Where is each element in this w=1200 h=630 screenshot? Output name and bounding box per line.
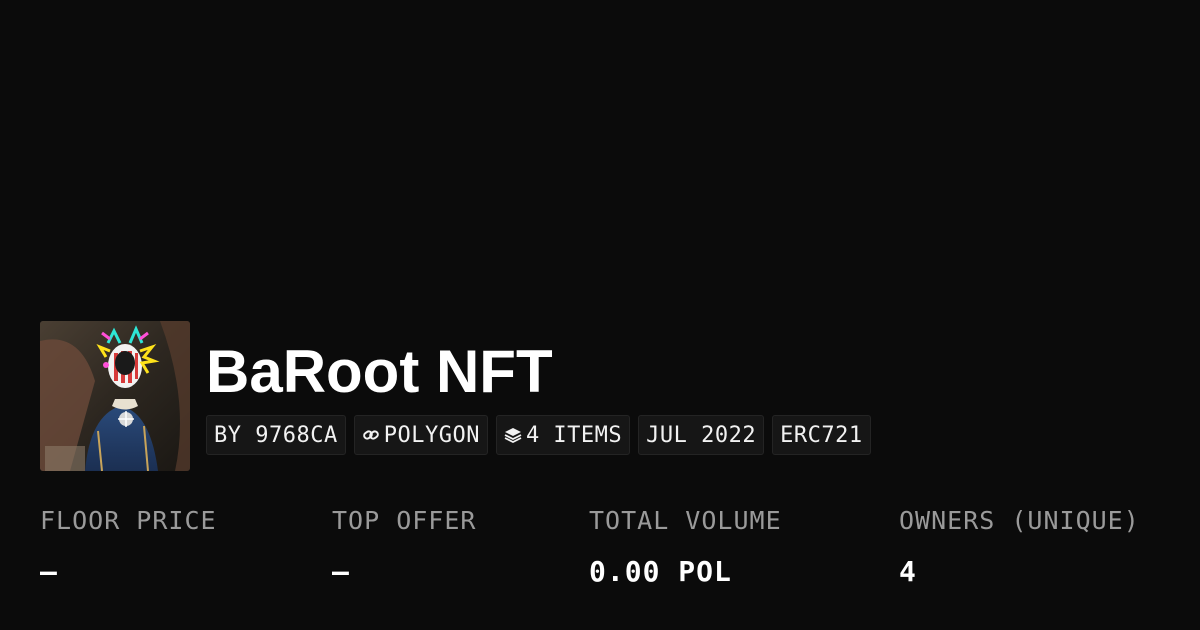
chain-badge-label: POLYGON — [383, 422, 480, 448]
items-badge[interactable]: 4 ITEMS — [495, 415, 631, 455]
token-standard-label: ERC721 — [780, 422, 863, 448]
token-standard-badge: ERC721 — [772, 415, 871, 455]
top-offer-label: TOP OFFER — [332, 506, 477, 535]
created-date-badge: JUL 2022 — [638, 415, 765, 455]
creator-badge[interactable]: BY 9768CA — [206, 415, 346, 455]
collection-badges: BY 9768CA POLYGON 4 ITEMS JUL 2022 ERC72… — [206, 415, 871, 455]
layers-icon — [504, 426, 522, 444]
collection-avatar — [40, 321, 190, 471]
owners-label: OWNERS (UNIQUE) — [899, 506, 1140, 535]
creator-badge-label: BY 9768CA — [214, 422, 338, 448]
collection-title: BaRoot NFT — [206, 338, 553, 405]
created-date-label: JUL 2022 — [646, 422, 757, 448]
total-volume-value: 0.00 POL — [589, 555, 732, 588]
top-offer-value: – — [332, 555, 350, 588]
collection-avatar-image — [40, 321, 190, 471]
floor-price-value: – — [40, 555, 58, 588]
items-badge-label: 4 ITEMS — [525, 422, 623, 448]
total-volume-label: TOTAL VOLUME — [589, 506, 782, 535]
collection-share-card: BaRoot NFT BY 9768CA POLYGON 4 ITEMS JUL… — [0, 0, 1200, 630]
owners-value: 4 — [899, 555, 917, 588]
chain-link-icon — [362, 426, 380, 444]
chain-badge[interactable]: POLYGON — [353, 415, 488, 455]
floor-price-label: FLOOR PRICE — [40, 506, 217, 535]
